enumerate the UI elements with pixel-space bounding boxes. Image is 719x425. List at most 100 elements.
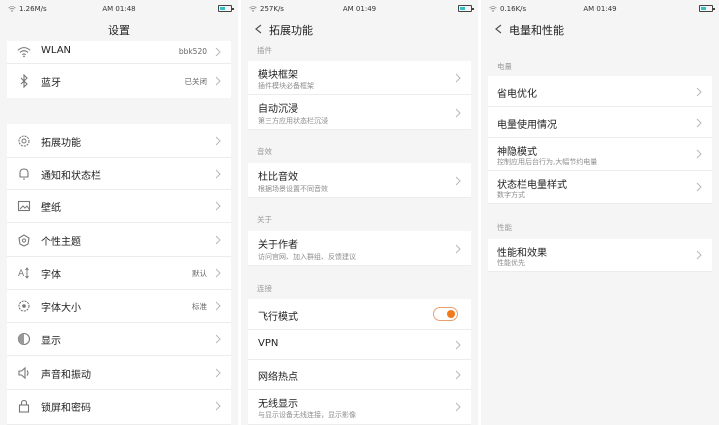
svg-text:A: A — [18, 269, 25, 279]
settings-item-label: 锁屏和密码 — [41, 403, 91, 414]
status-bar: 0.16K/s AM 01:49 — [481, 0, 719, 17]
speaker-icon — [18, 366, 29, 380]
settings-item-label: 字体 — [41, 270, 61, 281]
status-bar: 1.26M/s AM 01:48 — [0, 0, 238, 17]
chevron-right-icon — [215, 401, 221, 411]
page-title: 拓展功能 — [269, 24, 313, 37]
section-header-audio: 音效 — [257, 147, 272, 156]
settings-item-value: bbk520 — [178, 47, 207, 56]
settings-screen: 1.26M/s AM 01:48 设置 WLAN bbk520 蓝牙 已关闭 拓… — [0, 0, 238, 425]
chevron-right-icon — [215, 368, 221, 378]
font-icon: A — [18, 267, 29, 279]
extension-item-subtitle: 根据场景设置不同音效 — [258, 185, 328, 193]
chevron-right-icon — [696, 149, 702, 159]
chevron-right-icon — [455, 244, 461, 254]
settings-item-theme[interactable]: 个性主题 — [7, 223, 231, 257]
extension-item-label: 杜比音效 — [258, 172, 298, 183]
settings-item-notifications[interactable]: 通知和状态栏 — [7, 158, 231, 190]
battery-item-subtitle: 数字方式 — [497, 191, 525, 199]
status-time: AM 01:48 — [102, 5, 136, 13]
title-bar: 电量和性能 — [481, 18, 719, 42]
settings-item-label: 壁纸 — [41, 203, 61, 214]
status-time: AM 01:49 — [342, 5, 377, 13]
battery-icon — [699, 5, 715, 12]
screens-container: 1.26M/s AM 01:48 设置 WLAN bbk520 蓝牙 已关闭 拓… — [0, 0, 719, 425]
performance-item-label: 性能和效果 — [497, 248, 547, 259]
extension-item-wireless-display[interactable]: 无线显示 与显示设备无线连接，显示影像 — [248, 390, 471, 425]
extension-item-label: 模块框架 — [258, 70, 298, 81]
battery-item-usage[interactable]: 电量使用情况 — [488, 107, 712, 138]
battery-item-statusbar-style[interactable]: 状态栏电量样式 数字方式 — [488, 171, 712, 204]
extension-item-label: 自动沉浸 — [258, 104, 298, 115]
battery-item-power-saving[interactable]: 省电优化 — [488, 76, 712, 107]
font-size-icon — [18, 300, 30, 312]
chevron-right-icon — [215, 334, 221, 344]
extension-item-vpn[interactable]: VPN — [248, 330, 471, 360]
chevron-right-icon — [455, 73, 461, 83]
gear-icon — [18, 135, 30, 147]
settings-item-font[interactable]: A 字体 默认 — [7, 257, 231, 290]
title-bar: 拓展功能 — [241, 18, 478, 42]
chevron-right-icon — [455, 108, 461, 118]
extension-item-subtitle: 访问官网、加入群组、反馈建议 — [258, 253, 356, 261]
chevron-right-icon — [455, 176, 461, 186]
settings-item-label: 声音和振动 — [41, 370, 91, 381]
settings-item-sound[interactable]: 声音和振动 — [7, 356, 231, 390]
extension-item-subtitle: 与显示设备无线连接，显示影像 — [258, 411, 356, 419]
bluetooth-icon — [20, 74, 28, 88]
toggle-knob — [447, 310, 455, 318]
settings-item-label: 拓展功能 — [41, 138, 81, 149]
section-header-connect: 连接 — [257, 284, 272, 293]
chevron-right-icon — [215, 235, 221, 245]
extension-item-label: 飞行模式 — [258, 312, 298, 323]
section-header-plugin: 插件 — [257, 46, 272, 55]
section-header-battery: 电量 — [497, 62, 512, 71]
extension-item-label: 网络热点 — [258, 372, 298, 383]
extension-item-auto-immersive[interactable]: 自动沉浸 第三方应用状态栏沉浸 — [248, 95, 471, 130]
settings-item-lockscreen[interactable]: 锁屏和密码 — [7, 390, 231, 425]
battery-performance-screen: 0.16K/s AM 01:49 电量和性能 电量 省电优化 电量使用情况 神隐… — [481, 0, 719, 425]
extension-item-label: 无线显示 — [258, 399, 298, 410]
extension-item-label: VPN — [258, 338, 279, 349]
chevron-right-icon — [215, 76, 221, 86]
theme-icon — [18, 234, 30, 247]
battery-item-stealth-mode[interactable]: 神隐模式 控制应用后台行为,大幅节约电量 — [488, 138, 712, 171]
settings-item-display[interactable]: 显示 — [7, 323, 231, 356]
extension-item-about-author[interactable]: 关于作者 访问官网、加入群组、反馈建议 — [248, 231, 471, 266]
extensions-screen: 257K/s AM 01:49 拓展功能 插件 模块框架 插件模块必备框架 自动… — [241, 0, 478, 425]
section-header-performance: 性能 — [497, 223, 512, 232]
wallpaper-icon — [17, 200, 31, 212]
chevron-right-icon — [696, 118, 702, 128]
settings-item-label: 个性主题 — [41, 237, 81, 248]
chevron-right-icon — [455, 402, 461, 412]
settings-item-label: WLAN — [41, 45, 72, 56]
page-title: 电量和性能 — [509, 24, 564, 37]
chevron-right-icon — [455, 340, 461, 350]
settings-item-value: 标准 — [192, 302, 207, 311]
extension-item-subtitle: 插件模块必备框架 — [258, 82, 314, 90]
settings-item-bluetooth[interactable]: 蓝牙 已关闭 — [7, 64, 231, 98]
extension-item-hotspot[interactable]: 网络热点 — [248, 360, 471, 390]
page-title: 设置 — [108, 24, 130, 37]
display-icon — [17, 332, 31, 346]
airplane-mode-toggle[interactable] — [433, 307, 458, 321]
lock-icon — [18, 399, 30, 413]
battery-item-label: 电量使用情况 — [497, 120, 557, 131]
settings-item-label: 通知和状态栏 — [41, 171, 101, 182]
extension-item-label: 关于作者 — [258, 240, 298, 251]
performance-item-subtitle: 性能优先 — [497, 259, 525, 267]
settings-item-extensions[interactable]: 拓展功能 — [7, 124, 231, 158]
battery-icon — [458, 5, 474, 12]
chevron-right-icon — [215, 169, 221, 179]
performance-item-effects[interactable]: 性能和效果 性能优先 — [488, 239, 712, 272]
settings-item-wlan[interactable]: WLAN bbk520 — [7, 41, 231, 64]
back-arrow-icon[interactable] — [493, 23, 505, 35]
extension-item-airplane-mode[interactable]: 飞行模式 — [248, 299, 471, 330]
settings-item-label: 字体大小 — [41, 303, 81, 314]
settings-item-font-size[interactable]: 字体大小 标准 — [7, 290, 231, 323]
extension-item-dolby[interactable]: 杜比音效 根据场景设置不同音效 — [248, 163, 471, 198]
settings-item-wallpaper[interactable]: 壁纸 — [7, 190, 231, 223]
extension-item-module-framework[interactable]: 模块框架 插件模块必备框架 — [248, 61, 471, 95]
settings-item-value: 已关闭 — [184, 77, 208, 86]
back-arrow-icon[interactable] — [253, 23, 265, 35]
